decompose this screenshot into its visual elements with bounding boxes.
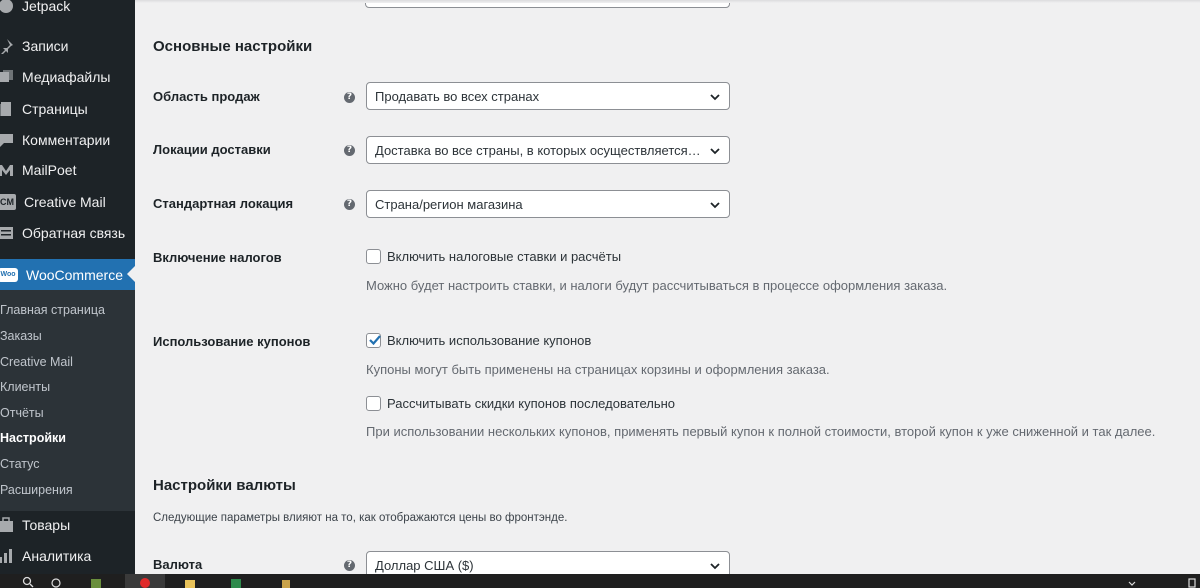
sidebar-item-comments[interactable]: Комментарии (0, 125, 135, 155)
help-icon[interactable]: ? (344, 560, 355, 571)
sidebar-item-label: Записи (22, 38, 69, 54)
opera-icon (140, 578, 150, 588)
sidebar-item-label: Страницы (22, 101, 88, 117)
coupons-label: Использование купонов (153, 334, 311, 349)
products-icon (0, 517, 14, 533)
submenu-item-home[interactable]: Главная страница (0, 300, 105, 320)
app-icon[interactable] (280, 576, 292, 588)
coupons-sequential-row[interactable]: Рассчитывать скидки купонов последовател… (366, 396, 675, 411)
select-value: Доставка во все страны, в которых осущес… (375, 142, 703, 158)
taxes-checkbox[interactable] (366, 249, 381, 264)
sidebar-item-analytics[interactable]: Аналитика (0, 541, 135, 571)
submenu-item-status[interactable]: Статус (0, 454, 40, 474)
sidebar-item-creative-mail[interactable]: CM Creative Mail (0, 187, 135, 217)
feedback-icon (0, 225, 14, 241)
currency-description: Следующие параметры влияют на то, как от… (153, 512, 568, 524)
sidebar-item-label: Аналитика (22, 548, 92, 564)
pin-icon (0, 38, 14, 54)
default-location-select[interactable]: Страна/регион магазина (366, 190, 730, 218)
top-shadow (135, 0, 1200, 3)
woocommerce-submenu: Главная страница Заказы Creative Mail Кл… (0, 290, 135, 511)
app-icon[interactable] (90, 576, 102, 588)
folder-icon[interactable] (184, 576, 196, 588)
woo-icon: Woo (0, 267, 18, 282)
notifications-icon[interactable] (1186, 576, 1198, 588)
submenu-item-orders[interactable]: Заказы (0, 326, 42, 346)
section-title-currency: Настройки валюты (153, 477, 296, 494)
admin-sidebar: Jetpack Записи Медиафайлы Страницы Комме… (0, 0, 135, 574)
sidebar-item-products[interactable]: Товары (0, 510, 135, 540)
ship-locations-label: Локации доставки (153, 142, 271, 157)
creative-mail-icon: CM (0, 194, 16, 210)
excel-icon[interactable] (230, 576, 242, 588)
taxes-description: Можно будет настроить ставки, и налоги б… (366, 278, 948, 293)
comment-icon (0, 132, 14, 148)
help-icon[interactable]: ? (344, 92, 355, 103)
sidebar-item-label: Товары (22, 517, 71, 533)
tray-icon[interactable] (1126, 576, 1138, 588)
sidebar-item-woocommerce[interactable]: Woo WooCommerce (0, 259, 135, 290)
sell-locations-label: Область продаж (153, 89, 260, 104)
checkmark-icon (369, 335, 381, 346)
search-icon[interactable] (22, 576, 34, 588)
coupons-enable-row[interactable]: Включить использование купонов (366, 333, 591, 348)
sidebar-item-posts[interactable]: Записи (0, 31, 135, 61)
sidebar-item-label: Обратная связь (22, 225, 126, 241)
select-value: Доллар США ($) (375, 557, 474, 573)
analytics-icon (0, 548, 14, 564)
chevron-down-icon (710, 202, 720, 209)
taxes-checkbox-row[interactable]: Включить налоговые ставки и расчёты (366, 249, 621, 264)
submenu-item-extensions[interactable]: Расширения (0, 480, 73, 500)
sidebar-item-label: MailPoet (22, 162, 77, 178)
select-value: Страна/регион магазина (375, 196, 523, 212)
coupons-sequential-description: При использовании нескольких купонов, пр… (366, 424, 1156, 439)
chevron-down-icon (710, 94, 720, 101)
chevron-down-icon (710, 563, 720, 570)
jetpack-icon (0, 0, 14, 14)
page-icon (0, 101, 14, 117)
submenu-item-creative-mail[interactable]: Creative Mail (0, 352, 73, 372)
sidebar-item-label: Комментарии (22, 132, 111, 148)
coupons-enable-description: Купоны могут быть применены на страницах… (366, 362, 830, 377)
submenu-item-settings[interactable]: Настройки (0, 428, 66, 448)
coupons-enable-checkbox[interactable] (366, 333, 381, 348)
task-view-icon[interactable] (50, 576, 62, 588)
sidebar-item-label: Медиафайлы (22, 69, 111, 85)
help-icon[interactable]: ? (344, 199, 355, 210)
coupons-sequential-checkbox[interactable] (366, 396, 381, 411)
sidebar-item-feedback[interactable]: Обратная связь (0, 218, 135, 248)
taskbar-active-app[interactable] (125, 574, 165, 588)
taxes-checkbox-label[interactable]: Включить налоговые ставки и расчёты (387, 249, 621, 264)
sell-locations-select[interactable]: Продавать во всех странах (366, 82, 730, 110)
sidebar-item-media[interactable]: Медиафайлы (0, 62, 135, 92)
sidebar-item-pages[interactable]: Страницы (0, 94, 135, 124)
submenu-item-customers[interactable]: Клиенты (0, 377, 50, 397)
sidebar-item-label: WooCommerce (26, 266, 123, 283)
default-location-label: Стандартная локация (153, 196, 294, 211)
help-icon[interactable]: ? (344, 145, 355, 156)
media-icon (0, 69, 14, 85)
section-title-general: Основные настройки (153, 38, 313, 55)
coupons-enable-label[interactable]: Включить использование купонов (387, 333, 591, 348)
chevron-down-icon (710, 148, 720, 155)
submenu-item-reports[interactable]: Отчёты (0, 403, 44, 423)
sidebar-item-mailpoet[interactable]: MailPoet (0, 155, 135, 185)
settings-content: Основные настройки Область продаж ? Прод… (135, 0, 1200, 579)
coupons-sequential-label[interactable]: Рассчитывать скидки купонов последовател… (387, 396, 675, 411)
mailpoet-icon (0, 162, 14, 178)
currency-label: Валюта (153, 557, 203, 572)
select-value: Продавать во всех странах (375, 88, 540, 104)
taxes-label: Включение налогов (153, 250, 282, 265)
os-taskbar (0, 574, 1200, 588)
sidebar-item-label: Jetpack (22, 0, 71, 14)
sidebar-item-label: Creative Mail (24, 194, 106, 210)
sidebar-item-jetpack[interactable]: Jetpack (0, 0, 135, 21)
ship-locations-select[interactable]: Доставка во все страны, в которых осущес… (366, 136, 730, 164)
